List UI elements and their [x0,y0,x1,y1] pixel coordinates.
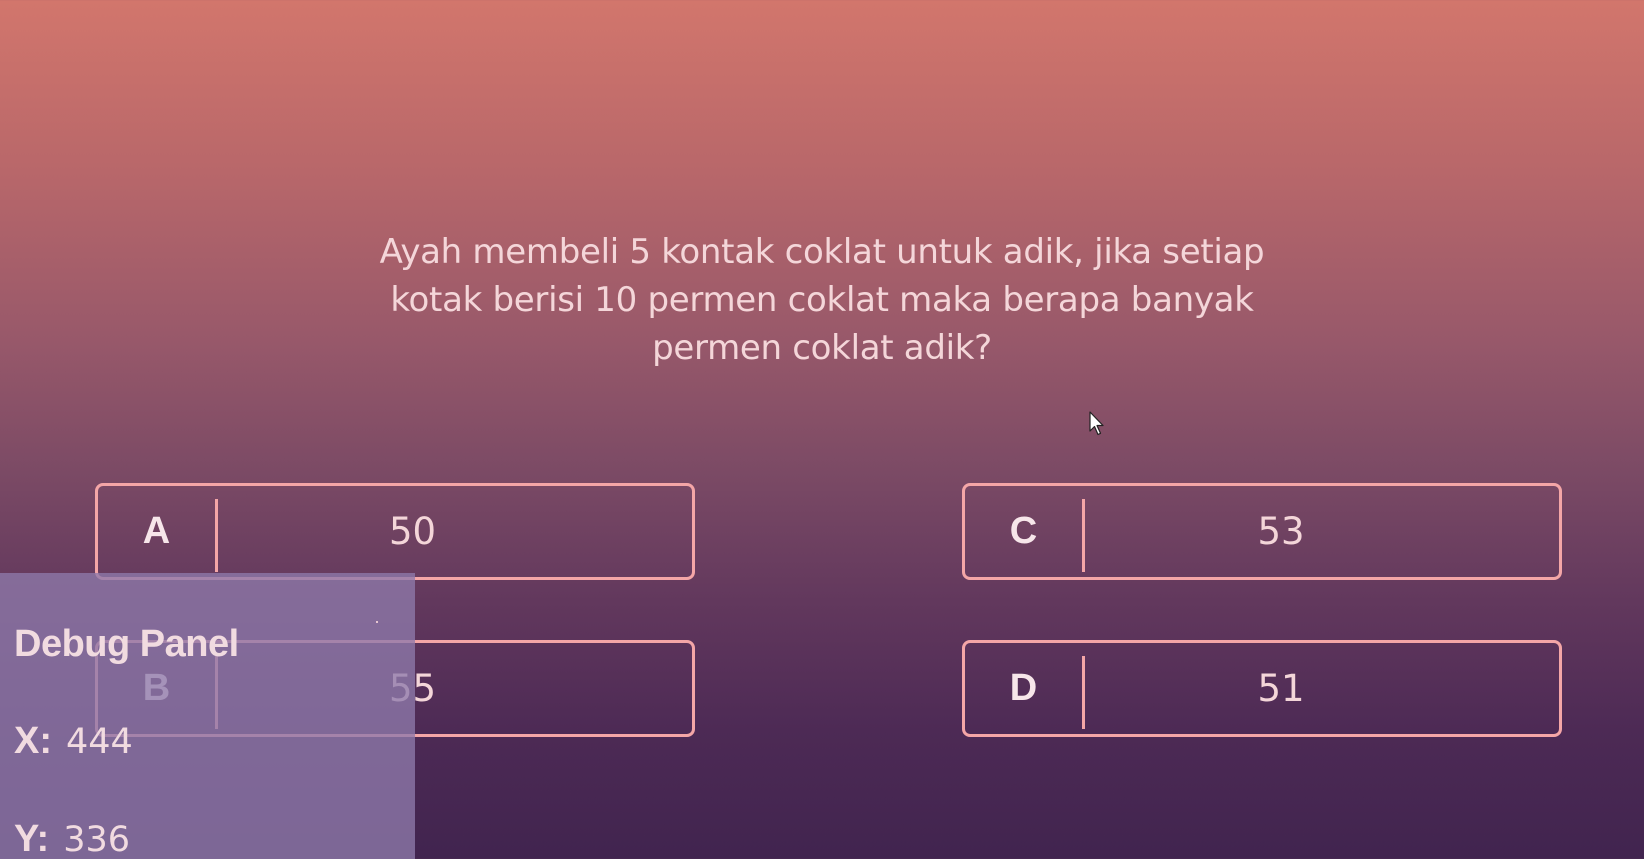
debug-y-label: Y: [14,818,50,859]
question-line-3: permen coklat adik? [652,328,992,368]
question-line-2: kotak berisi 10 permen coklat maka berap… [390,280,1254,320]
option-value: 51 [1257,667,1305,710]
answer-option-d[interactable]: D 51 [962,640,1562,737]
option-letter: A [142,510,171,552]
debug-panel: Debug Panel X: 444 Y: 336 [0,573,415,859]
option-value: 53 [1257,510,1305,553]
answer-option-c[interactable]: C 53 [962,483,1562,580]
option-letter: C [1009,510,1038,552]
question-line-1: Ayah membeli 5 kontak coklat untuk adik,… [379,232,1265,272]
answer-option-a[interactable]: A 50 [95,483,695,580]
option-value: 50 [388,510,437,553]
debug-y-value: 336 [63,820,130,859]
mouse-cursor-icon [1089,411,1104,436]
debug-x-row: X: 444 [14,720,133,763]
debug-x-label: X: [14,720,52,762]
question-text: Ayah membeli 5 kontak coklat untuk adik,… [330,228,1314,372]
debug-marker-dot [376,621,378,623]
debug-y-row: Y: 336 [14,818,130,859]
option-letter: D [1009,667,1038,709]
debug-panel-title: Debug Panel [14,623,239,665]
debug-x-value: 444 [66,722,133,762]
